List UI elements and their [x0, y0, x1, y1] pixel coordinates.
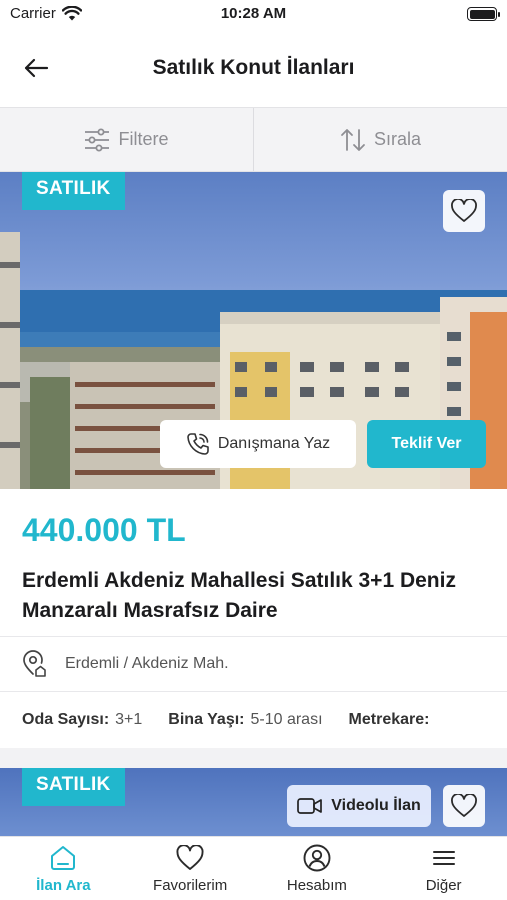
listing-title[interactable]: Erdemli Akdeniz Mahallesi Satılık 3+1 De…: [22, 566, 492, 626]
tab-label: Favorilerim: [153, 877, 228, 894]
tab-other[interactable]: Diğer: [380, 837, 507, 900]
listing-status-badge-2: SATILIK: [22, 768, 125, 806]
favorite-button-2[interactable]: [443, 785, 485, 827]
listing-divider: [0, 748, 507, 768]
tab-label: İlan Ara: [36, 877, 91, 894]
listing-photo[interactable]: SATILIK Danışmana Yaz Teklif Ver: [0, 172, 507, 489]
battery-icon: [467, 7, 500, 21]
tab-search-listings[interactable]: İlan Ara: [0, 837, 127, 900]
home-icon: [49, 844, 77, 872]
heart-icon: [451, 794, 477, 817]
consult-agent-label: Danışmana Yaz: [217, 435, 331, 452]
video-listing-label: Videolu İlan: [331, 797, 421, 814]
menu-icon: [430, 844, 458, 872]
tab-label: Hesabım: [286, 877, 347, 894]
listing-specs: Oda Sayısı: 3+1 Bina Yaşı: 5-10 arası Me…: [22, 692, 461, 748]
listing-location: Erdemli / Akdeniz Mah.: [0, 636, 507, 692]
page-title: Satılık Konut İlanları: [152, 56, 355, 79]
location-pin-icon: [20, 650, 48, 678]
consult-agent-button[interactable]: Danışmana Yaz: [160, 420, 356, 468]
listing-price: 440.000 TL: [22, 512, 186, 548]
spec-room-count: Oda Sayısı: 3+1: [22, 711, 142, 729]
spec-label: Bina Yaşı:: [168, 711, 245, 728]
tab-favorites[interactable]: Favorilerim: [127, 837, 254, 900]
video-listing-button[interactable]: Videolu İlan: [287, 785, 431, 827]
status-time: 10:28 AM: [220, 5, 287, 22]
listing-photo-2[interactable]: SATILIK Videolu İlan: [0, 768, 507, 836]
sort-label: Sırala: [373, 129, 422, 149]
spec-label: Metrekare:: [348, 711, 430, 728]
make-offer-label: Teklif Ver: [391, 435, 462, 452]
listing-status-badge: SATILIK: [22, 172, 125, 210]
filter-label: Filtere: [118, 129, 169, 149]
spec-label: Oda Sayısı:: [22, 711, 110, 728]
heart-icon: [176, 844, 204, 872]
status-bar: Carrier 10:28 AM: [0, 0, 507, 30]
tab-account[interactable]: Hesabım: [254, 837, 381, 900]
location-text: Erdemli / Akdeniz Mah.: [65, 655, 229, 672]
spec-building-age: Bina Yaşı: 5-10 arası: [168, 711, 322, 729]
user-icon: [303, 844, 331, 872]
spec-square-meters: Metrekare:: [349, 711, 436, 729]
make-offer-button[interactable]: Teklif Ver: [367, 420, 486, 468]
filter-sort-toolbar: Filtere Sırala: [0, 108, 507, 172]
sort-arrows-icon: [341, 128, 365, 151]
spec-value: 5-10 arası: [250, 711, 323, 728]
sort-button[interactable]: Sırala: [253, 108, 507, 171]
video-camera-icon: [297, 798, 323, 814]
favorite-button[interactable]: [443, 190, 485, 232]
heart-icon: [451, 199, 477, 222]
bottom-tab-bar: İlan Ara Favorilerim Hesabım Diğer: [0, 836, 507, 900]
phone-call-icon: [187, 433, 209, 455]
spec-value: 3+1: [115, 711, 143, 728]
nav-bar: Satılık Konut İlanları: [0, 30, 507, 108]
sliders-icon: [85, 128, 110, 151]
filter-button[interactable]: Filtere: [0, 108, 253, 171]
tab-label: Diğer: [425, 877, 462, 894]
